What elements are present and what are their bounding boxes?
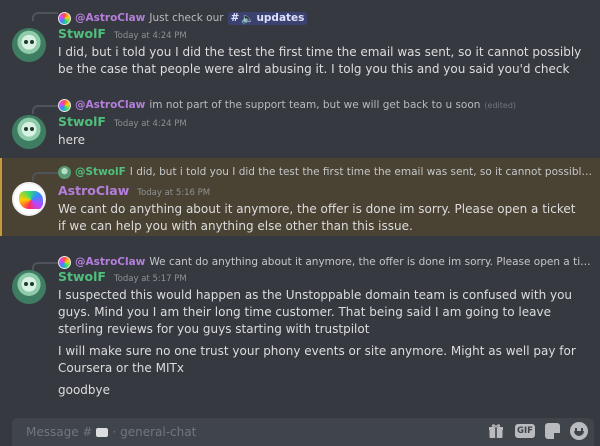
timestamp: Today at 4:24 PM <box>113 119 187 129</box>
message-text: goodbye <box>58 383 111 397</box>
message-text: I will make sure no one trust your phony… <box>58 344 576 375</box>
hash-icon: # <box>230 12 240 24</box>
username[interactable]: StwolF <box>58 26 106 41</box>
reply-avatar <box>58 255 71 269</box>
message-header: StwolF Today at 4:24 PM <box>58 114 187 129</box>
reply-preview[interactable]: @AstroClaw im not part of the support te… <box>58 98 594 112</box>
reply-connector <box>32 262 58 271</box>
placeholder-prefix: Message # <box>26 425 93 439</box>
avatar[interactable] <box>12 28 46 62</box>
reply-text: Just check our <box>149 12 224 24</box>
channel-mention[interactable]: # 🔈 updates <box>227 11 308 25</box>
sticker-icon[interactable] <box>545 423 560 439</box>
message-text: I suspected this would happen as the Uns… <box>58 288 573 336</box>
message-header: StwolF Today at 5:17 PM <box>58 269 187 284</box>
reply-author[interactable]: @AstroClaw <box>75 99 145 111</box>
message-text: here <box>58 133 86 147</box>
timestamp: Today at 5:16 PM <box>137 188 211 198</box>
avatar[interactable] <box>12 270 46 304</box>
reply-author[interactable]: @AstroClaw <box>75 12 145 24</box>
edited-label: (edited) <box>484 100 517 110</box>
placeholder-channel: · general-chat <box>112 425 197 439</box>
reply-text: We cant do anything about it anymore, th… <box>149 256 594 268</box>
timestamp: Today at 5:17 PM <box>113 274 187 284</box>
message-composer[interactable]: Message # · general-chat GIF <box>12 418 594 446</box>
message-body: here <box>58 132 582 149</box>
emoji-icon[interactable] <box>570 422 588 440</box>
reply-author[interactable]: @StwolF <box>75 166 126 178</box>
reply-text: I did, but i told you I did the test the… <box>129 166 594 178</box>
channel-icon <box>96 422 109 437</box>
avatar[interactable] <box>12 115 46 149</box>
reply-author[interactable]: @AstroClaw <box>75 256 145 268</box>
reply-avatar <box>58 165 71 179</box>
composer-placeholder[interactable]: Message # · general-chat <box>26 422 197 440</box>
reply-connector <box>32 12 58 21</box>
gif-icon[interactable]: GIF <box>515 424 535 438</box>
username[interactable]: AstroClaw <box>58 183 129 198</box>
reply-avatar <box>58 98 71 112</box>
message-text: I did, but i told you I did the test the… <box>58 45 582 76</box>
reply-preview[interactable]: @AstroClaw We cant do anything about it … <box>58 255 594 269</box>
message-body: We cant do anything about it anymore, th… <box>58 201 582 235</box>
reply-text: im not part of the support team, but we … <box>149 99 481 111</box>
reply-avatar <box>58 11 71 25</box>
username[interactable]: StwolF <box>58 114 106 129</box>
message-body: I did, but i told you I did the test the… <box>58 44 582 78</box>
gift-icon[interactable] <box>487 422 505 440</box>
message-header: AstroClaw Today at 5:16 PM <box>58 183 210 198</box>
composer-tools: GIF <box>487 422 588 440</box>
channel-mention-label: updates <box>256 12 305 24</box>
reply-preview[interactable]: @AstroClaw Just check our # 🔈 updates <box>58 11 594 25</box>
message-body: I suspected this would happen as the Uns… <box>58 287 582 399</box>
username[interactable]: StwolF <box>58 269 106 284</box>
reply-connector <box>32 105 58 114</box>
avatar[interactable] <box>12 182 46 216</box>
reply-preview[interactable]: @StwolF I did, but i told you I did the … <box>58 165 594 179</box>
reply-connector <box>32 172 58 181</box>
speaker-icon: 🔈 <box>241 12 255 25</box>
message-header: StwolF Today at 4:24 PM <box>58 26 187 41</box>
message-text: We cant do anything about it anymore, th… <box>58 202 576 233</box>
timestamp: Today at 4:24 PM <box>113 31 187 41</box>
